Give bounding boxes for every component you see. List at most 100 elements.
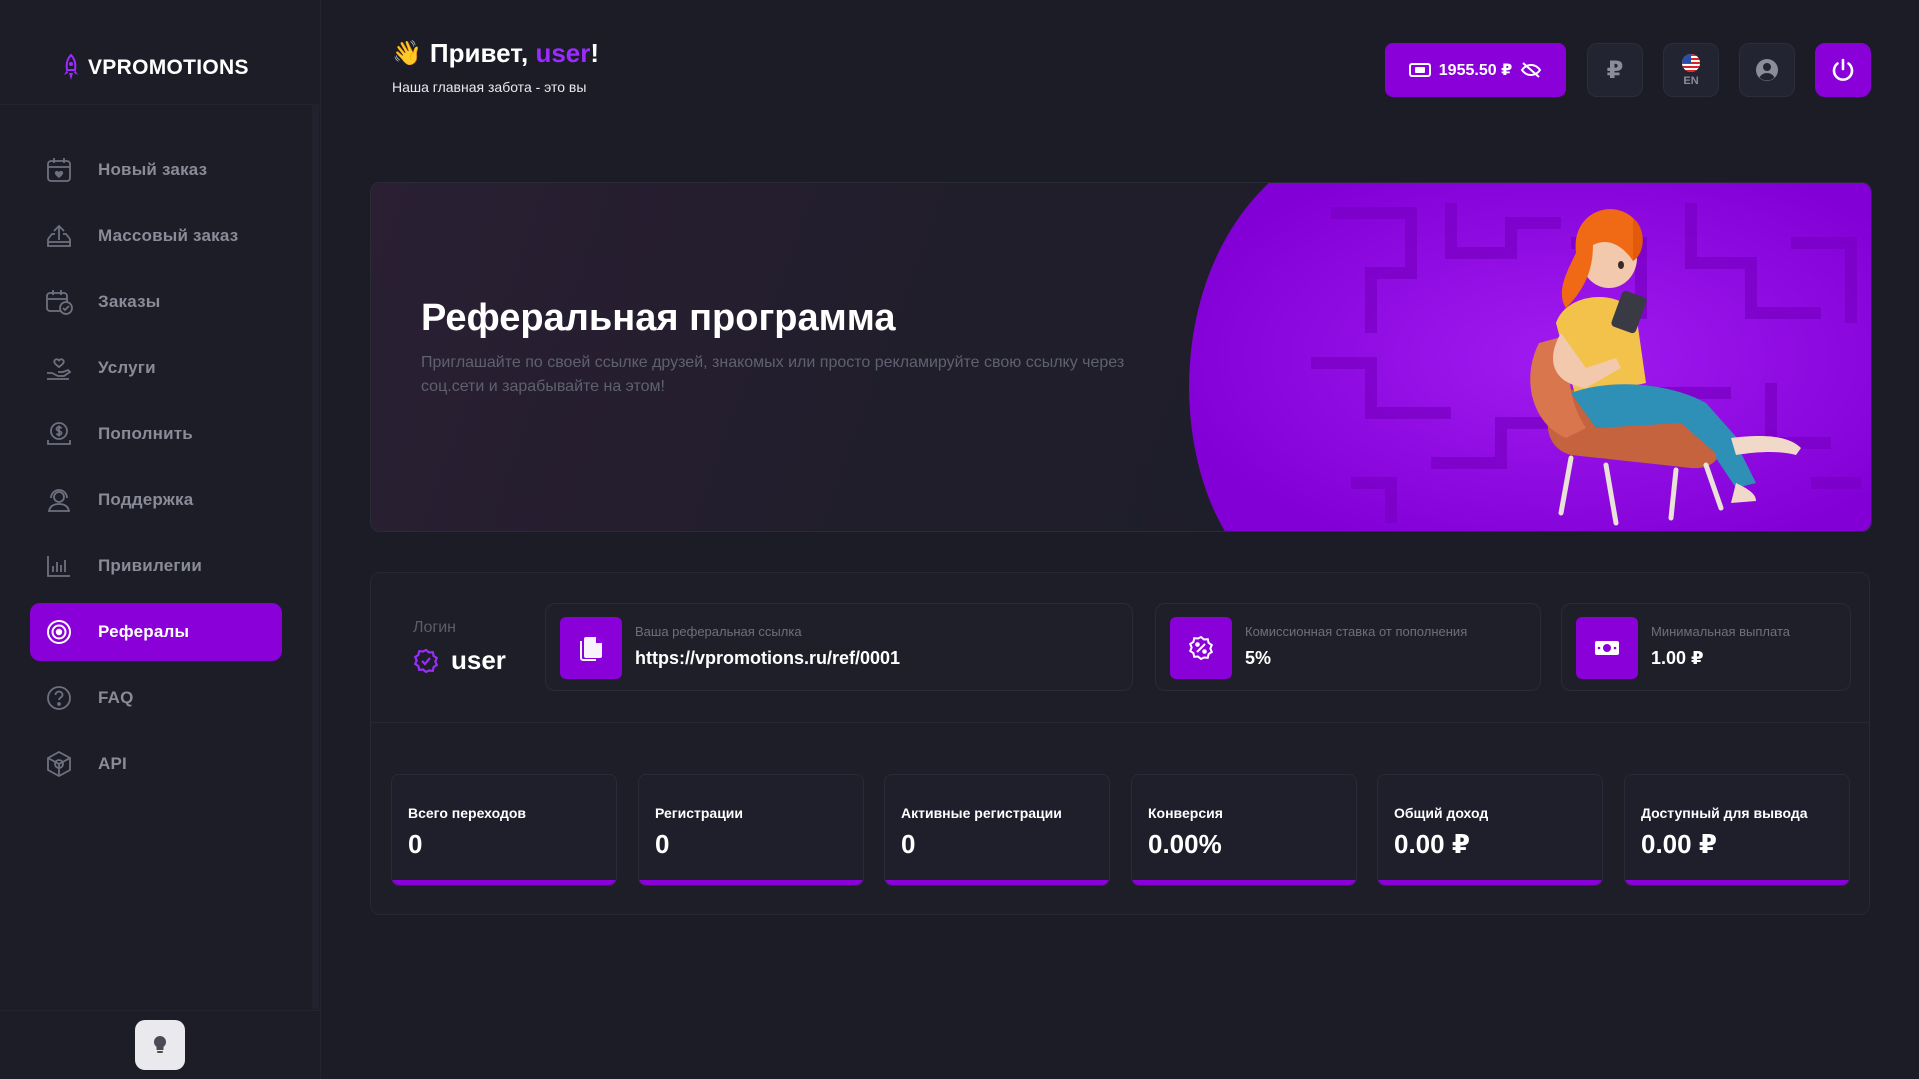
sidebar-item-label: Поддержка — [98, 490, 194, 509]
sidebar-item-new-order[interactable]: Новый заказ — [30, 141, 282, 199]
login-label: Логин — [413, 619, 457, 636]
sidebar-item-label: Пополнить — [98, 424, 193, 443]
stat-value: 0.00% — [1148, 829, 1222, 859]
calendar-heart-icon — [44, 155, 74, 185]
sidebar-bottom-divider — [0, 1010, 320, 1011]
sidebar-item-api[interactable]: API — [30, 735, 282, 793]
stat-value: 0 — [901, 829, 916, 859]
stat-label: Общий доход — [1394, 805, 1489, 821]
sidebar-item-label: API — [98, 754, 127, 773]
login-value: user — [413, 645, 506, 676]
commission-rate-label: Комиссионная ставка от пополнения — [1245, 624, 1468, 639]
stat-active-registrations: Активные регистрации 0 — [884, 774, 1110, 886]
stat-value: 0.00 ₽ — [1394, 829, 1470, 859]
login-username: user — [451, 645, 506, 675]
greeting-prefix: Привет, — [429, 38, 529, 68]
target-icon — [44, 617, 74, 647]
calendar-check-icon — [44, 287, 74, 317]
verified-badge-icon — [413, 648, 439, 673]
upload-tray-icon — [44, 221, 74, 251]
sidebar-item-label: Заказы — [98, 292, 161, 311]
hero-description: Приглашайте по своей ссылке друзей, знак… — [421, 354, 1125, 395]
support-agent-icon — [44, 485, 74, 515]
theme-toggle-button[interactable] — [135, 1020, 185, 1070]
stat-label: Всего переходов — [408, 805, 527, 821]
sidebar-item-privileges[interactable]: Привилегии — [30, 537, 282, 595]
question-circle-icon — [44, 683, 74, 713]
stat-label: Регистрации — [655, 805, 744, 821]
commission-rate-value: 5% — [1245, 648, 1272, 668]
waving-hand-icon: 👋 — [392, 40, 422, 67]
stat-accent-bar — [885, 880, 1109, 885]
sidebar-item-bulk-order[interactable]: Массовый заказ — [30, 207, 282, 265]
bar-chart-icon — [44, 551, 74, 581]
brand-logo[interactable]: VPROMOTIONS — [62, 54, 249, 82]
dollar-coin-icon — [44, 419, 74, 449]
sidebar-item-support[interactable]: Поддержка — [30, 471, 282, 529]
lightbulb-icon — [153, 1035, 167, 1053]
percent-badge-icon — [1170, 617, 1232, 679]
stat-registrations: Регистрации 0 — [638, 774, 864, 886]
logout-button[interactable] — [1815, 43, 1871, 97]
stat-value: 0.00 ₽ — [1641, 829, 1717, 859]
referral-link-value[interactable]: https://vpromotions.ru/ref/0001 — [635, 648, 900, 669]
min-payout-card: Минимальная выплата 1.00 ₽ — [1561, 603, 1851, 691]
stat-value: 0 — [408, 829, 423, 859]
hand-heart-icon — [44, 353, 74, 383]
copy-icon[interactable] — [560, 617, 622, 679]
sidebar-item-label: Рефералы — [98, 622, 190, 641]
min-payout-label: Минимальная выплата — [1651, 624, 1790, 639]
stat-label: Активные регистрации — [901, 805, 1062, 821]
sidebar-item-label: Услуги — [98, 358, 156, 377]
currency-button[interactable]: ₽ — [1587, 43, 1643, 97]
sidebar-item-label: FAQ — [98, 688, 134, 707]
stat-accent-bar — [392, 880, 616, 885]
hero-title: Реферальная программа — [421, 297, 896, 339]
sidebar-item-label: Привилегии — [98, 556, 202, 575]
sidebar-item-faq[interactable]: FAQ — [30, 669, 282, 727]
sidebar-item-services[interactable]: Услуги — [30, 339, 282, 397]
power-icon — [1832, 58, 1854, 81]
sidebar-item-referrals[interactable]: Рефералы — [30, 603, 282, 661]
ruble-icon: ₽ — [1606, 56, 1624, 84]
sidebar-divider — [0, 104, 320, 105]
stat-value: 0 — [655, 829, 670, 859]
stat-accent-bar — [1132, 880, 1356, 885]
min-payout-value: 1.00 ₽ — [1651, 648, 1704, 668]
cube-icon — [44, 749, 74, 779]
sidebar: VPROMOTIONS Новый заказ Массовый заказ З… — [0, 0, 321, 1079]
referral-info-panel: Логин user Ваша реферальная ссылка https… — [370, 572, 1870, 915]
balance-button[interactable]: 1955.50 ₽ — [1385, 43, 1566, 97]
sidebar-item-topup[interactable]: Пополнить — [30, 405, 282, 463]
referral-hero-banner: Реферальная программа Приглашайте по сво… — [370, 182, 1872, 532]
profile-button[interactable] — [1739, 43, 1795, 97]
sidebar-scrollbar[interactable] — [312, 104, 319, 1009]
user-circle-icon — [1756, 59, 1778, 81]
greeting-suffix: ! — [590, 38, 600, 68]
brand-name: VPROMOTIONS — [88, 56, 249, 79]
rocket-icon — [64, 54, 78, 80]
banknote-icon — [1576, 617, 1638, 679]
greeting: 👋 Привет, user! Наша главная забота - эт… — [392, 38, 599, 95]
stat-total-income: Общий доход 0.00 ₽ — [1377, 774, 1603, 886]
sidebar-item-orders[interactable]: Заказы — [30, 273, 282, 331]
sidebar-nav: Новый заказ Массовый заказ Заказы Услуги… — [30, 141, 282, 801]
stat-label: Доступный для вывода — [1641, 805, 1808, 821]
info-divider — [371, 722, 1869, 723]
referral-link-card[interactable]: Ваша реферальная ссылка https://vpromoti… — [545, 603, 1133, 691]
eye-off-icon[interactable] — [1520, 62, 1542, 78]
language-code: EN — [1683, 75, 1699, 87]
greeting-title: 👋 Привет, user! — [392, 38, 599, 69]
language-button[interactable]: EN — [1663, 43, 1719, 97]
stat-accent-bar — [639, 880, 863, 885]
commission-rate-card: Комиссионная ставка от пополнения 5% — [1155, 603, 1541, 691]
greeting-subtitle: Наша главная забота - это вы — [392, 79, 587, 95]
sidebar-item-label: Массовый заказ — [98, 226, 239, 245]
balance-amount: 1955.50 ₽ — [1438, 62, 1513, 79]
us-flag-icon — [1682, 54, 1700, 72]
sidebar-item-label: Новый заказ — [98, 160, 208, 179]
greeting-username: user — [535, 38, 591, 68]
stat-accent-bar — [1378, 880, 1602, 885]
stat-label: Конверсия — [1148, 805, 1223, 821]
referral-link-label: Ваша реферальная ссылка — [635, 624, 802, 639]
